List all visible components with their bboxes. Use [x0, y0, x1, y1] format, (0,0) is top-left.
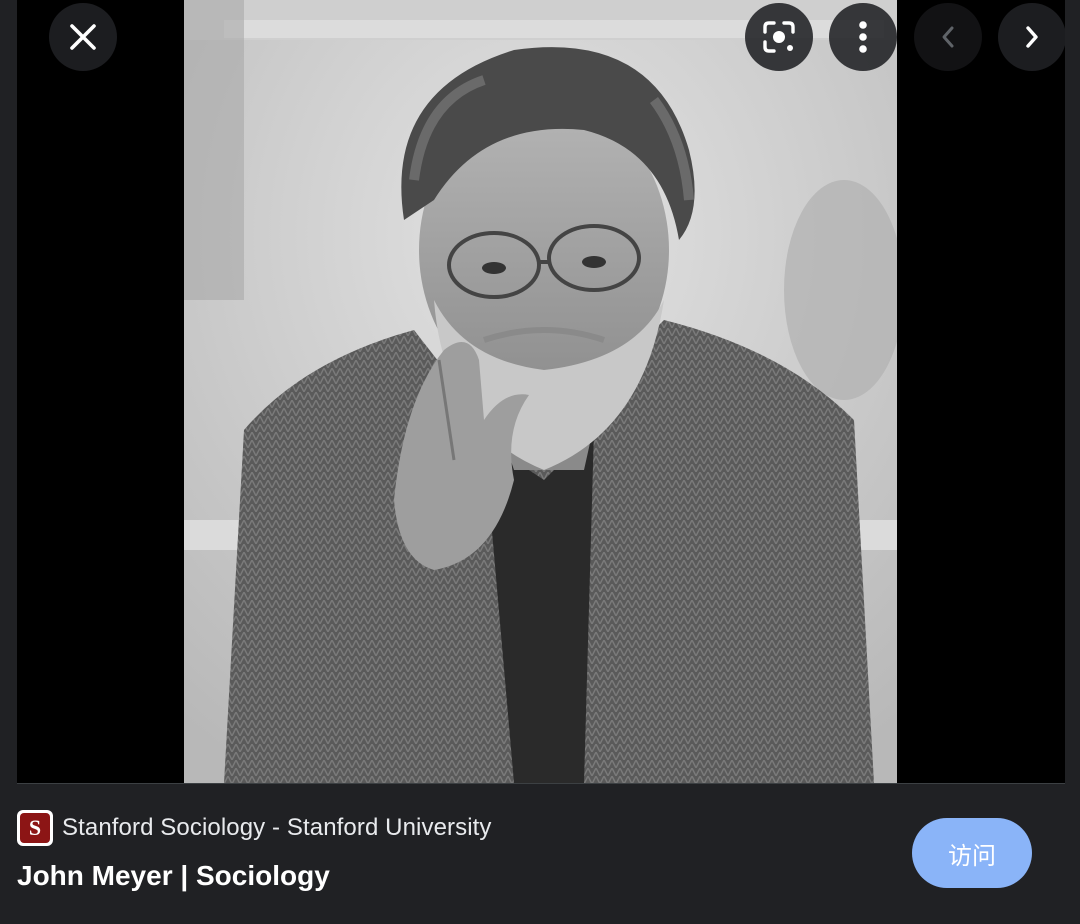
close-button[interactable]: [49, 3, 117, 71]
lens-icon: [763, 21, 795, 53]
source-row[interactable]: S Stanford Sociology - Stanford Universi…: [17, 810, 492, 846]
close-icon: [70, 24, 96, 50]
source-name[interactable]: Stanford Sociology - Stanford University: [62, 814, 492, 842]
more-vert-icon: [859, 21, 867, 53]
site-favicon: S: [17, 810, 53, 846]
chevron-left-icon: [942, 26, 954, 48]
more-options-button[interactable]: [829, 3, 897, 71]
next-image-button[interactable]: [998, 3, 1065, 71]
image-viewer: S Stanford Sociology - Stanford Universi…: [0, 0, 1080, 924]
visit-button[interactable]: 访问: [912, 818, 1032, 888]
stanford-logo-icon: S: [20, 813, 50, 843]
result-info-panel: S Stanford Sociology - Stanford Universi…: [0, 784, 1080, 924]
result-title[interactable]: John Meyer | Sociology: [17, 860, 330, 892]
image-stage: [17, 0, 1065, 783]
chevron-right-icon: [1026, 26, 1038, 48]
portrait-photo[interactable]: [184, 0, 897, 783]
portrait-illustration: [184, 0, 897, 783]
lens-search-button[interactable]: [745, 3, 813, 71]
previous-image-button[interactable]: [914, 3, 982, 71]
